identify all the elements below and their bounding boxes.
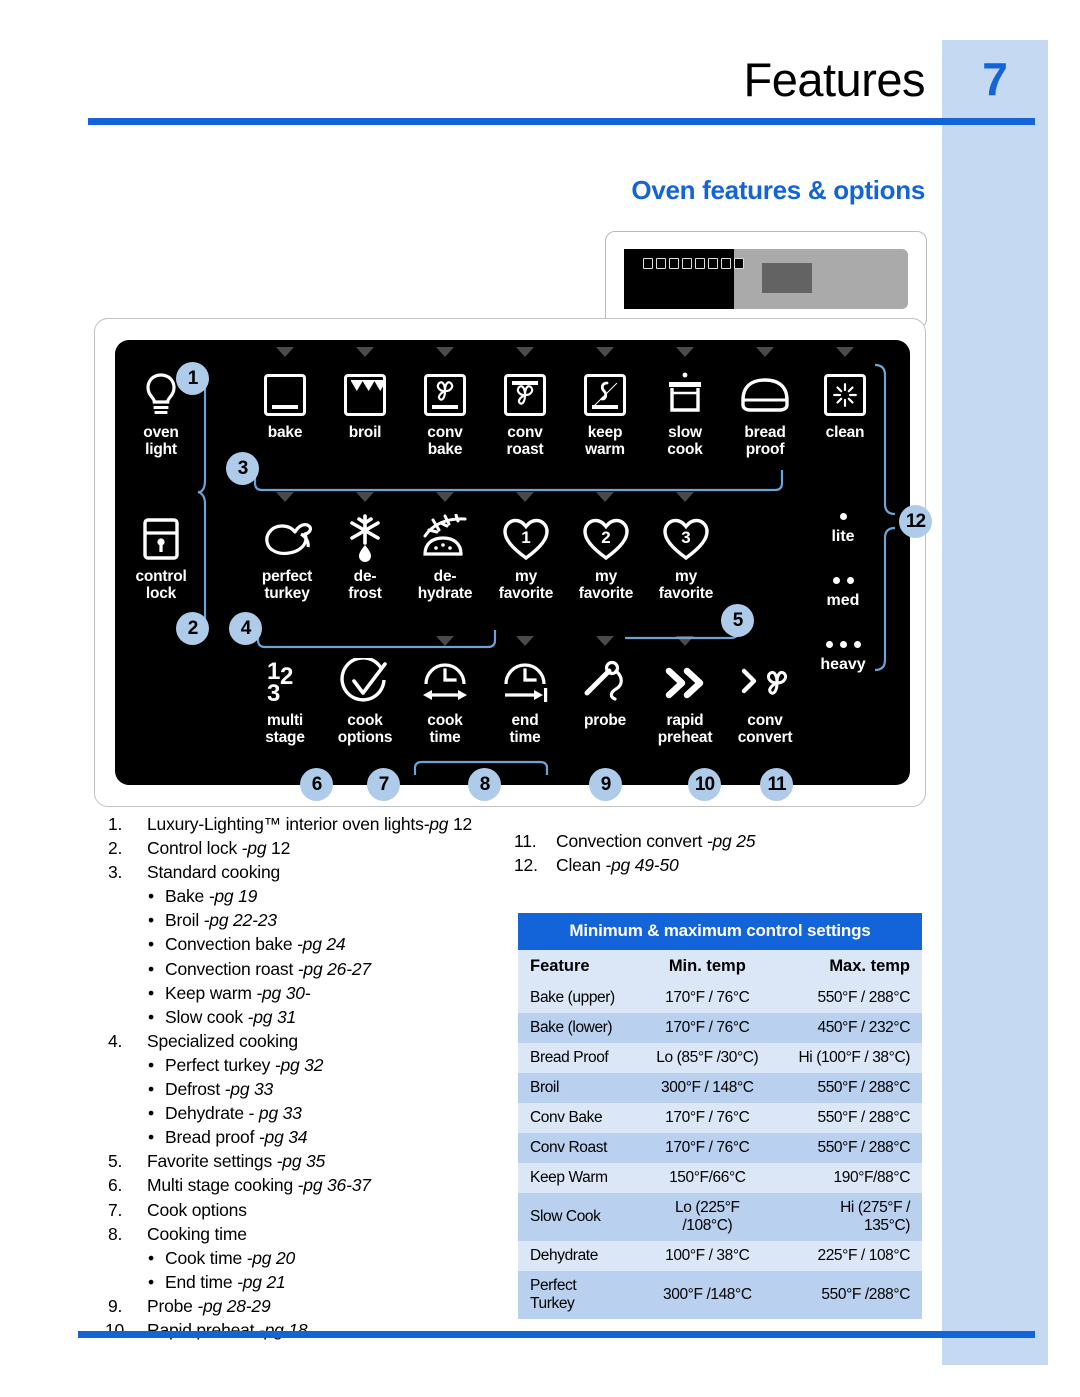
callout-badge-11: 11	[760, 768, 793, 801]
callout-leader-lines	[197, 363, 896, 775]
callout-badge-9: 9	[589, 768, 622, 801]
callout-badge-2: 2	[176, 612, 209, 645]
callout-badge-7: 7	[367, 768, 400, 801]
callout-badge-8: 8	[468, 768, 501, 801]
callout-badge-4: 4	[229, 612, 262, 645]
callout-badge-3: 3	[226, 452, 259, 485]
callout-badge-6: 6	[300, 768, 333, 801]
callout-badge-5: 5	[721, 604, 754, 637]
callout-badge-12: 12	[899, 505, 932, 538]
callout-badge-1: 1	[176, 362, 209, 395]
callout-badge-10: 10	[688, 768, 721, 801]
